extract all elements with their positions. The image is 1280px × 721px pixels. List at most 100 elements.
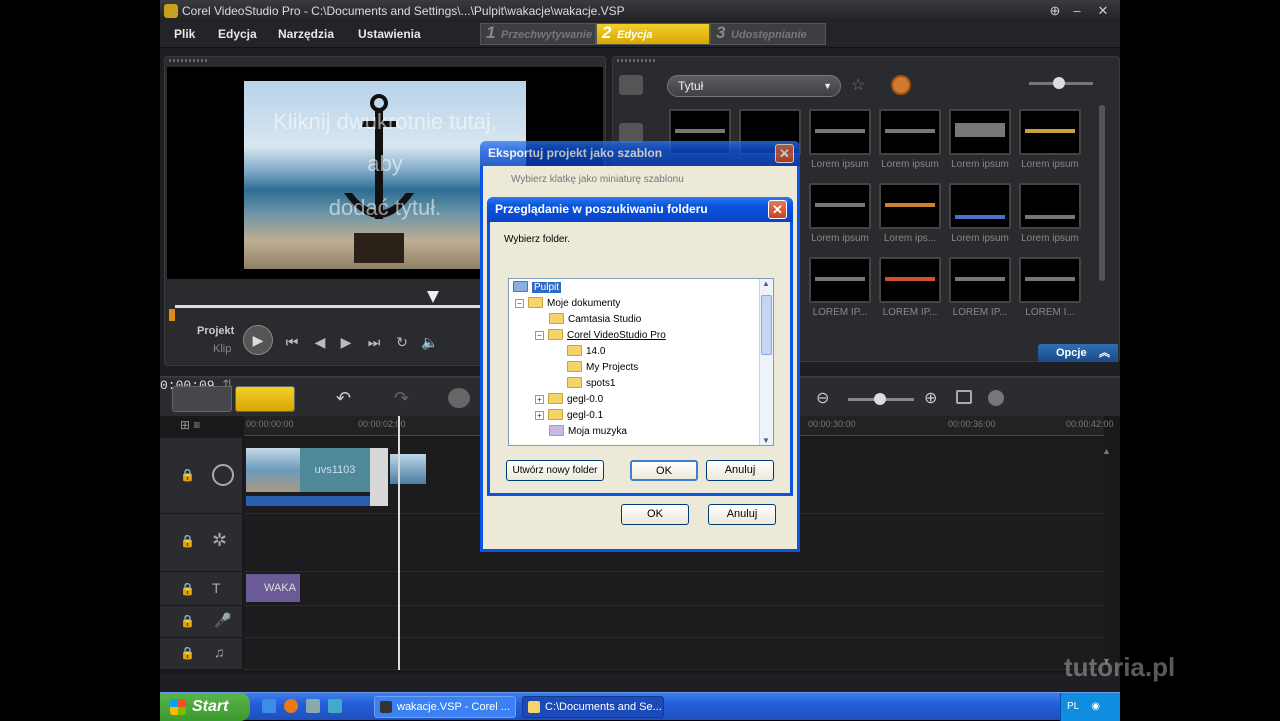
zoom-out-icon[interactable]: ⊖ [816, 388, 829, 408]
tab-share[interactable]: 3 Udostępnianie [710, 23, 826, 45]
timeline-view-button[interactable] [235, 386, 295, 412]
tab-edit[interactable]: 2 Edycja [596, 23, 710, 45]
title-thumb[interactable] [809, 257, 871, 303]
scroll-up-icon[interactable]: ▲ [762, 279, 770, 288]
title-clip[interactable]: WAKA [246, 574, 300, 602]
tree-item-desktop[interactable]: Pulpit [513, 280, 562, 296]
tree-item-corel[interactable]: − Corel VideoStudio Pro [535, 328, 666, 344]
browse-close-button[interactable]: ✕ [768, 200, 787, 219]
music-track[interactable] [244, 638, 1104, 670]
menu-narzedzia[interactable]: Narzędzia [278, 27, 334, 41]
tree-item-camtasia[interactable]: Camtasia Studio [549, 312, 641, 328]
record-capture-icon[interactable] [448, 388, 470, 408]
tree-item-gegl-01[interactable]: + gegl-0.1 [535, 408, 603, 424]
options-button[interactable]: Opcje ︽ [1038, 344, 1118, 362]
title-thumb[interactable] [1019, 183, 1081, 229]
library-category-select[interactable]: Tytuł ▼ [667, 75, 841, 97]
close-button[interactable]: ✕ [1094, 3, 1112, 19]
media-icon[interactable] [619, 75, 643, 95]
title-thumb[interactable] [1019, 109, 1081, 155]
go-to-end-icon[interactable]: ⏭ [363, 331, 385, 353]
play-button[interactable]: ▶ [243, 325, 273, 355]
menu-plik[interactable]: Plik [174, 27, 195, 41]
scrubber-bar[interactable] [175, 305, 481, 308]
title-track[interactable]: WAKA [244, 572, 1104, 606]
browse-cancel-button[interactable]: Anuluj [706, 460, 774, 481]
title-thumb[interactable] [809, 109, 871, 155]
taskbar-button-explorer[interactable]: C:\Documents and Se... [522, 696, 664, 718]
menu-ustawienia[interactable]: Ustawienia [358, 27, 421, 41]
fit-project-icon[interactable] [956, 390, 972, 404]
storyboard-view-button[interactable] [172, 386, 232, 412]
tab-capture[interactable]: 1 Przechwytywanie [480, 23, 596, 45]
tree-item-spots1[interactable]: spots1 [567, 376, 615, 392]
trim-marker-left[interactable] [169, 309, 175, 321]
browse-ok-button[interactable]: OK [630, 460, 698, 481]
taskbar-button-videostudio[interactable]: wakacje.VSP - Corel ... [374, 696, 516, 718]
expand-icon[interactable]: + [535, 411, 544, 420]
title-thumb[interactable] [809, 183, 871, 229]
zoom-in-icon[interactable]: ⊕ [924, 388, 937, 408]
panel-grip[interactable] [617, 59, 657, 62]
title-thumb[interactable] [949, 183, 1011, 229]
tray-icon[interactable]: ◉ [1091, 701, 1100, 712]
lock-icon[interactable]: 🔒 [180, 582, 195, 596]
title-thumb[interactable] [1019, 257, 1081, 303]
lock-icon[interactable]: 🔒 [180, 646, 195, 660]
scroll-down-icon[interactable]: ▼ [762, 436, 770, 445]
clip-mode-label[interactable]: Klip [213, 343, 231, 355]
panel-grip[interactable] [169, 59, 209, 62]
collapse-icon[interactable]: − [535, 331, 544, 340]
video-clip[interactable]: uvs1103 [300, 448, 370, 492]
tree-item-gegl-00[interactable]: + gegl-0.0 [535, 392, 603, 408]
project-mode-label[interactable]: Projekt [197, 325, 234, 337]
video-clip-thumb[interactable] [246, 448, 300, 492]
title-thumb[interactable] [879, 183, 941, 229]
library-scrollbar[interactable] [1099, 105, 1105, 281]
export-close-button[interactable]: ✕ [775, 144, 794, 163]
library-menu-icon[interactable] [891, 75, 911, 95]
quicklaunch-firefox-icon[interactable] [284, 699, 298, 713]
scroll-up-icon[interactable]: ▲ [1102, 446, 1111, 456]
new-folder-button[interactable]: Utwórz nowy folder [506, 460, 604, 481]
tree-item-14[interactable]: 14.0 [567, 344, 605, 360]
title-thumb[interactable] [949, 109, 1011, 155]
quicklaunch-icon[interactable] [328, 699, 342, 713]
scrollbar-thumb[interactable] [761, 295, 772, 355]
title-thumb[interactable] [879, 109, 941, 155]
next-frame-icon[interactable]: ▶ [335, 331, 357, 353]
quicklaunch-icon[interactable] [306, 699, 320, 713]
track-manager-icon[interactable]: ⊞ ≡ [180, 418, 232, 434]
lock-icon[interactable]: 🔒 [180, 614, 195, 628]
start-button[interactable]: Start [160, 693, 250, 721]
language-indicator[interactable]: PL [1067, 701, 1079, 712]
expand-icon[interactable]: + [535, 395, 544, 404]
tree-scrollbar[interactable]: ▲ ▼ [759, 279, 773, 445]
tree-item-my-documents[interactable]: − Moje dokumenty [515, 296, 620, 312]
help-icon[interactable]: ⊕ [1046, 3, 1064, 19]
lock-icon[interactable]: 🔒 [180, 468, 195, 482]
playhead-line[interactable] [398, 416, 400, 670]
menu-edycja[interactable]: Edycja [218, 27, 257, 41]
video-clip-thumb[interactable] [390, 454, 426, 484]
folder-tree[interactable]: Pulpit − Moje dokumenty Camtasia Studio −… [508, 278, 774, 446]
title-thumb[interactable] [949, 257, 1011, 303]
scrubber-handle[interactable] [427, 291, 439, 303]
go-to-start-icon[interactable]: ⏮ [281, 331, 303, 353]
transition-icon[interactable] [619, 123, 643, 143]
repeat-icon[interactable]: ↻ [391, 331, 413, 353]
minimize-button[interactable]: – [1068, 3, 1086, 19]
film-reel-icon[interactable] [212, 464, 234, 486]
tree-item-my-music[interactable]: Moja muzyka [549, 424, 627, 440]
export-cancel-button[interactable]: Anuluj [708, 504, 776, 525]
tree-item-my-projects[interactable]: My Projects [567, 360, 638, 376]
transition-clip[interactable] [370, 448, 388, 506]
title-thumb[interactable] [879, 257, 941, 303]
collapse-icon[interactable]: − [515, 299, 524, 308]
undo-icon[interactable]: ↶ [336, 388, 351, 409]
zoom-slider-handle[interactable] [874, 393, 886, 405]
lock-icon[interactable]: 🔒 [180, 534, 195, 548]
quicklaunch-ie-icon[interactable] [262, 699, 276, 713]
redo-icon[interactable]: ↷ [394, 388, 409, 409]
voice-track[interactable] [244, 606, 1104, 638]
